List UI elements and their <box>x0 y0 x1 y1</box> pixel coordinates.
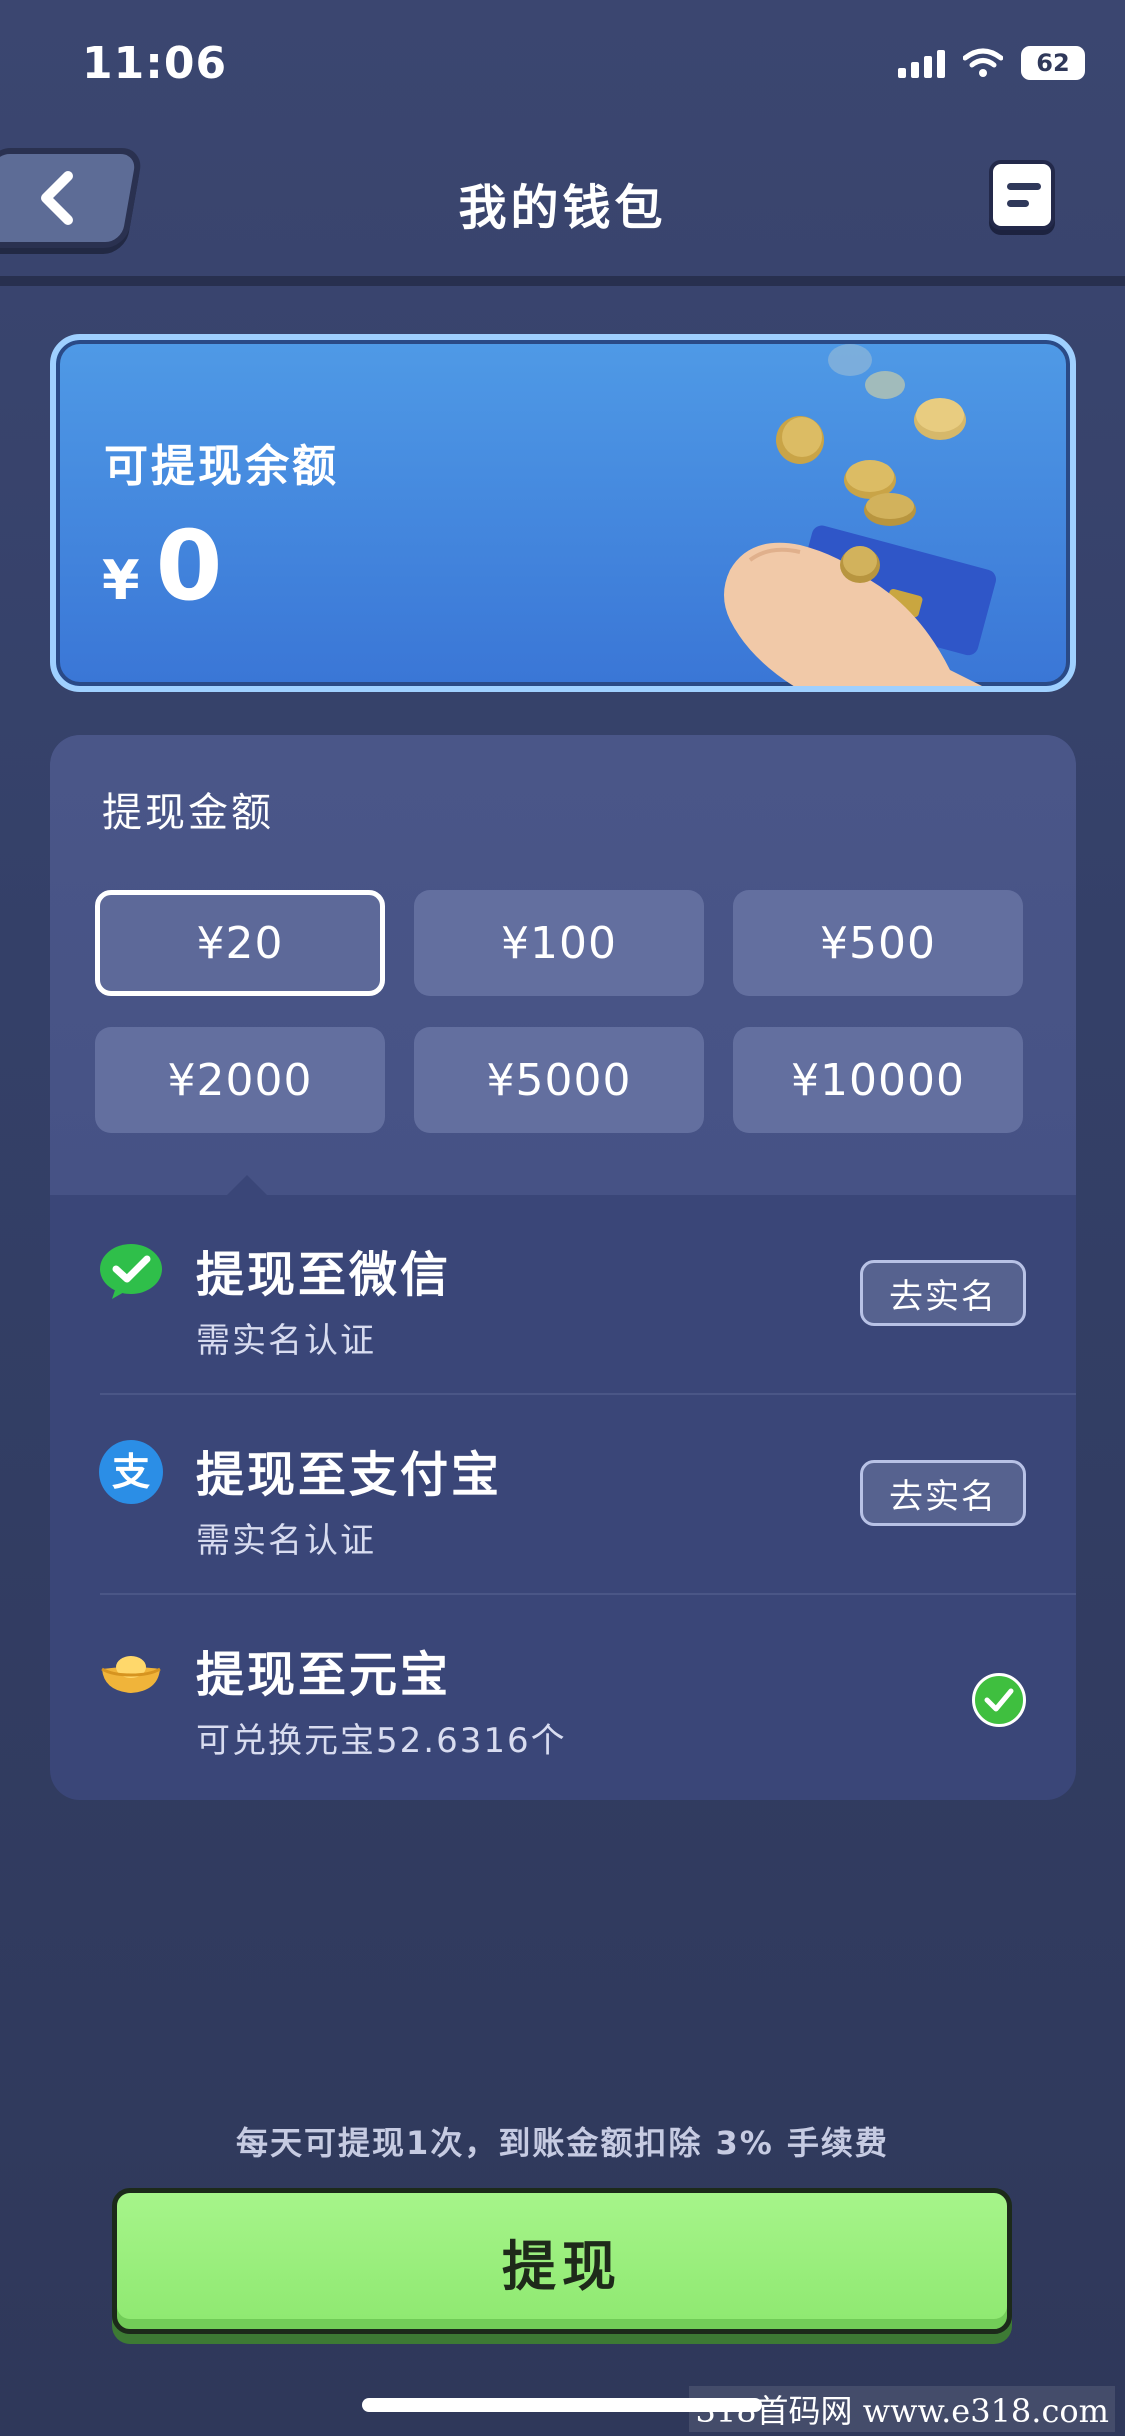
coins-hand-illustration <box>724 344 996 686</box>
method-title: 提现至支付宝 <box>196 1447 503 1503</box>
amount-option-10000[interactable]: ¥10000 <box>733 1027 1023 1133</box>
records-menu-button[interactable] <box>989 160 1055 230</box>
header-divider <box>0 276 1125 286</box>
svg-text:支: 支 <box>112 1450 150 1494</box>
method-title: 提现至元宝 <box>196 1647 452 1703</box>
amount-option-20[interactable]: ¥20 <box>95 890 385 996</box>
menu-line-icon <box>1007 200 1029 207</box>
verify-identity-button[interactable]: 去实名 <box>860 1460 1026 1526</box>
amount-section: 提现金额 ¥20 ¥100 ¥500 ¥2000 ¥5000 ¥10000 <box>50 735 1076 1197</box>
status-bar: 11:06 62 <box>0 0 1125 130</box>
balance-value: 0 <box>155 510 223 622</box>
withdraw-button[interactable]: 提现 <box>112 2188 1012 2334</box>
amount-option-100[interactable]: ¥100 <box>414 890 704 996</box>
method-row-wechat[interactable]: 提现至微信 需实名认证 去实名 <box>50 1195 1076 1395</box>
method-subtitle: 可兑换元宝52.6316个 <box>196 1721 567 1761</box>
page-title: 我的钱包 <box>458 180 667 236</box>
status-time: 11:06 <box>82 38 228 89</box>
signal-icon <box>898 48 945 78</box>
menu-line-icon <box>1007 183 1041 190</box>
balance-amount: ¥ 0 <box>102 510 222 622</box>
withdraw-panel: 提现金额 ¥20 ¥100 ¥500 ¥2000 ¥5000 ¥10000 提现… <box>50 735 1076 1800</box>
amount-option-2000[interactable]: ¥2000 <box>95 1027 385 1133</box>
status-icons: 62 <box>898 46 1085 80</box>
amount-option-5000[interactable]: ¥5000 <box>414 1027 704 1133</box>
selection-pointer <box>225 1175 269 1197</box>
wifi-icon <box>963 48 1003 78</box>
method-row-alipay[interactable]: 支 提现至支付宝 需实名认证 去实名 <box>50 1395 1076 1595</box>
alipay-icon: 支 <box>99 1440 163 1504</box>
amount-title: 提现金额 <box>102 790 274 836</box>
method-title: 提现至微信 <box>196 1247 452 1303</box>
currency-symbol: ¥ <box>102 549 140 612</box>
balance-card: 可提现余额 ¥ 0 <box>50 334 1076 692</box>
wechat-icon <box>100 1244 162 1299</box>
watermark: 318首码网 www.e318.com <box>689 2386 1115 2432</box>
verify-identity-button[interactable]: 去实名 <box>860 1260 1026 1326</box>
wallet-screen: 11:06 62 我的钱包 可提现余额 ¥ 0 提现金额 ¥20 ¥100 ¥5… <box>0 0 1125 2436</box>
check-icon[interactable] <box>972 1673 1026 1727</box>
method-row-yuanbao[interactable]: 提现至元宝 可兑换元宝52.6316个 <box>50 1595 1076 1795</box>
method-subtitle: 需实名认证 <box>196 1321 376 1361</box>
fee-note: 每天可提现1次，到账金额扣除 3% 手续费 <box>236 2124 889 2162</box>
balance-label: 可提现余额 <box>104 441 339 492</box>
battery-icon: 62 <box>1021 46 1085 80</box>
header: 我的钱包 <box>0 140 1125 280</box>
amount-option-500[interactable]: ¥500 <box>733 890 1023 996</box>
gold-ingot-icon <box>101 1656 161 1693</box>
method-subtitle: 需实名认证 <box>196 1521 376 1561</box>
